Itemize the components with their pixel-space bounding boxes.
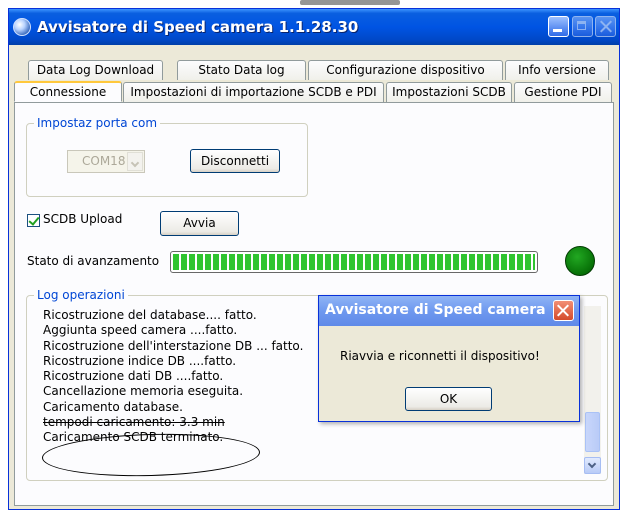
title-bar: Avvisatore di Speed camera 1.1.28.30 <box>9 9 619 45</box>
scrollbar-thumb[interactable] <box>585 412 600 452</box>
tab-info-versione[interactable]: Info versione <box>505 60 609 80</box>
top-cropped-strip <box>0 0 628 8</box>
chevron-down-icon[interactable] <box>127 152 143 171</box>
dialog-title: Avvisatore di Speed camera <box>325 302 546 318</box>
scdb-upload-label: SCDB Upload <box>43 212 123 226</box>
progress-label: Stato di avanzamento <box>27 254 160 268</box>
disconnect-button[interactable]: Disconnetti <box>190 149 280 173</box>
tab-stato-data-log[interactable]: Stato Data log <box>177 60 306 80</box>
com-port-value: COM18 <box>82 154 126 168</box>
tab-data-log-download[interactable]: Data Log Download <box>28 60 163 80</box>
ok-button[interactable]: OK <box>405 387 492 411</box>
status-indicator <box>565 246 595 276</box>
tab-impostazioni-scdb[interactable]: Impostazioni SCDB <box>386 82 512 102</box>
minimize-button[interactable] <box>548 16 569 37</box>
tab-impostazioni-importazione[interactable]: Impostazioni di importazione SCDB e PDI <box>123 82 384 102</box>
tab-connessione[interactable]: Connessione <box>14 81 122 102</box>
progress-fill <box>173 254 535 270</box>
dialog-title-bar: Avvisatore di Speed camera <box>319 296 579 326</box>
tab-gestione-pdi[interactable]: Gestione PDI <box>514 82 612 102</box>
app-globe-icon <box>13 18 31 36</box>
window-title: Avvisatore di Speed camera 1.1.28.30 <box>37 18 359 36</box>
dialog-message: Riavvia e riconnetti il dispositivo! <box>340 349 540 363</box>
app-window: Avvisatore di Speed camera 1.1.28.30 Dat… <box>8 8 620 510</box>
message-dialog: Avvisatore di Speed camera Riavvia e ric… <box>318 295 580 422</box>
maximize-button[interactable] <box>572 16 593 37</box>
close-button[interactable] <box>595 16 616 37</box>
log-group-legend: Log operazioni <box>34 288 128 302</box>
tab-configurazione-dispositivo[interactable]: Configurazione dispositivo <box>308 60 503 80</box>
port-group-legend: Impostaz porta com <box>34 116 161 130</box>
cropped-artifact <box>300 0 400 5</box>
start-button[interactable]: Avvia <box>160 211 239 236</box>
scroll-down-icon[interactable] <box>584 457 601 474</box>
dialog-close-button[interactable] <box>553 300 574 321</box>
scdb-upload-checkbox[interactable] <box>27 214 40 227</box>
progress-bar <box>170 251 538 273</box>
port-groupbox: Impostaz porta com COM18 Disconnetti <box>26 116 308 197</box>
log-scrollbar[interactable] <box>584 306 601 474</box>
com-port-select[interactable]: COM18 <box>67 150 145 173</box>
